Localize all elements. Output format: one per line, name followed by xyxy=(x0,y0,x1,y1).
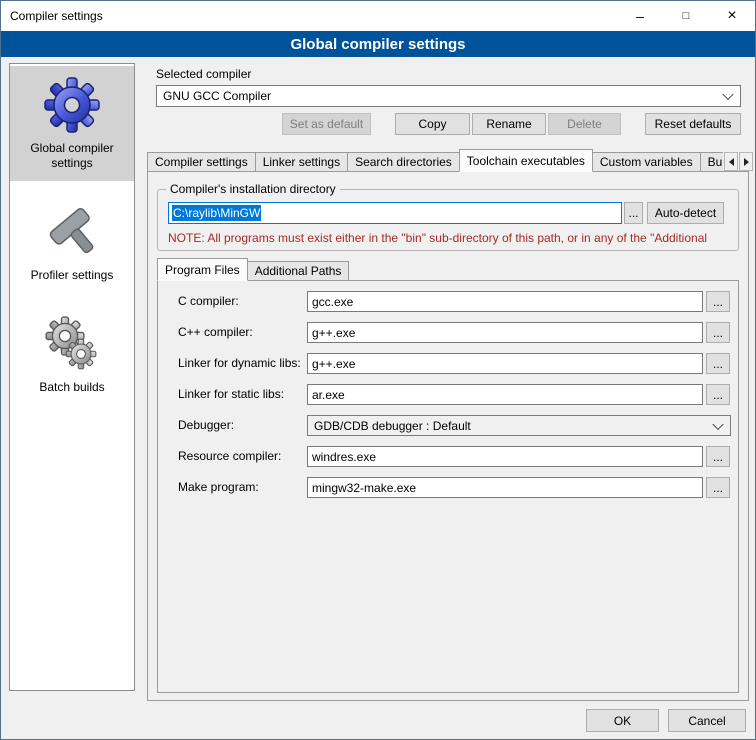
copy-button[interactable]: Copy xyxy=(395,113,470,135)
minimize-button[interactable]: – xyxy=(617,1,663,31)
static-linker-label: Linker for static libs: xyxy=(178,384,284,405)
selected-compiler-value: GNU GCC Compiler xyxy=(163,89,271,103)
selected-compiler-label: Selected compiler xyxy=(156,67,251,81)
subtab-additional-paths[interactable]: Additional Paths xyxy=(247,261,350,281)
static-linker-input[interactable] xyxy=(307,384,703,405)
tab-custom-variables[interactable]: Custom variables xyxy=(592,152,701,172)
dialog-header: Global compiler settings xyxy=(1,31,755,57)
maximize-icon: □ xyxy=(683,10,690,22)
bin-subdirectory-note: NOTE: All programs must exist either in … xyxy=(168,231,734,245)
tab-label: Search directories xyxy=(355,155,452,169)
resource-compiler-browse-button[interactable]: ... xyxy=(706,446,730,467)
close-icon: × xyxy=(727,7,736,25)
settings-tabbar: Compiler settings Linker settings Search… xyxy=(147,149,723,172)
cpp-compiler-input[interactable] xyxy=(307,322,703,343)
tab-toolchain-executables[interactable]: Toolchain executables xyxy=(459,149,593,172)
sidebar-item-batch-builds[interactable]: Batch builds xyxy=(10,305,134,405)
tab-label: Buil xyxy=(708,155,723,169)
ok-button[interactable]: OK xyxy=(586,709,659,732)
rename-button[interactable]: Rename xyxy=(472,113,546,135)
make-program-label: Make program: xyxy=(178,477,259,498)
install-dir-input[interactable]: C:\raylib\MinGW xyxy=(168,202,622,224)
batch-builds-gears-icon xyxy=(43,315,101,373)
c-compiler-label: C compiler: xyxy=(178,291,239,312)
dynamic-linker-label: Linker for dynamic libs: xyxy=(178,353,301,374)
field-row-make-program: Make program: ... xyxy=(158,477,738,498)
program-files-panel: C compiler: ... C++ compiler: ... Linker… xyxy=(157,280,739,693)
tab-compiler-settings[interactable]: Compiler settings xyxy=(147,152,256,172)
debugger-select[interactable]: GDB/CDB debugger : Default xyxy=(307,415,731,436)
cpp-compiler-label: C++ compiler: xyxy=(178,322,253,343)
sidebar-item-global-compiler-settings[interactable]: Global compiler settings xyxy=(10,66,134,181)
right-arrow-icon xyxy=(744,158,749,166)
compiler-settings-window: Compiler settings – □ × Global compiler … xyxy=(0,0,756,740)
left-arrow-icon xyxy=(729,158,734,166)
settings-category-sidebar: Global compiler settings Profiler settin… xyxy=(9,63,135,691)
sidebar-item-profiler-settings[interactable]: Profiler settings xyxy=(10,193,134,293)
field-row-debugger: Debugger: GDB/CDB debugger : Default xyxy=(158,415,738,436)
c-compiler-browse-button[interactable]: ... xyxy=(706,291,730,312)
minimize-icon: – xyxy=(636,11,644,21)
window-title: Compiler settings xyxy=(1,9,103,23)
tab-label: Program Files xyxy=(165,263,240,277)
window-controls: – □ × xyxy=(617,1,755,31)
sidebar-item-label: Profiler settings xyxy=(31,268,114,283)
tab-linker-settings[interactable]: Linker settings xyxy=(255,152,348,172)
reset-defaults-button[interactable]: Reset defaults xyxy=(645,113,741,135)
tab-scroll-controls xyxy=(724,152,753,171)
resource-compiler-label: Resource compiler: xyxy=(178,446,281,467)
dropdown-arrow-icon xyxy=(722,89,733,100)
make-program-browse-button[interactable]: ... xyxy=(706,477,730,498)
cancel-button[interactable]: Cancel xyxy=(668,709,746,732)
sidebar-item-label: Batch builds xyxy=(39,380,104,395)
field-row-c-compiler: C compiler: ... xyxy=(158,291,738,312)
tab-label: Toolchain executables xyxy=(467,154,585,168)
dialog-title: Global compiler settings xyxy=(290,36,465,53)
sidebar-item-label: Global compiler settings xyxy=(12,141,132,171)
tab-label: Additional Paths xyxy=(255,264,342,278)
field-row-dynamic-linker: Linker for dynamic libs: ... xyxy=(158,353,738,374)
install-dir-value: C:\raylib\MinGW xyxy=(172,205,261,221)
set-as-default-button: Set as default xyxy=(282,113,371,135)
field-row-resource-compiler: Resource compiler: ... xyxy=(158,446,738,467)
debugger-label: Debugger: xyxy=(178,415,234,436)
program-files-tabbar: Program Files Additional Paths xyxy=(157,258,457,281)
installation-directory-legend: Compiler's installation directory xyxy=(166,182,340,196)
make-program-input[interactable] xyxy=(307,477,703,498)
gear-icon xyxy=(43,76,101,134)
static-linker-browse-button[interactable]: ... xyxy=(706,384,730,405)
dynamic-linker-input[interactable] xyxy=(307,353,703,374)
field-row-static-linker: Linker for static libs: ... xyxy=(158,384,738,405)
c-compiler-input[interactable] xyxy=(307,291,703,312)
tab-label: Compiler settings xyxy=(155,155,248,169)
maximize-button[interactable]: □ xyxy=(663,1,709,31)
debugger-value: GDB/CDB debugger : Default xyxy=(314,419,471,433)
install-dir-browse-button[interactable]: ... xyxy=(624,202,643,224)
close-button[interactable]: × xyxy=(709,1,755,31)
delete-button: Delete xyxy=(548,113,621,135)
dropdown-arrow-icon xyxy=(712,418,723,429)
cpp-compiler-browse-button[interactable]: ... xyxy=(706,322,730,343)
profiler-hammer-icon xyxy=(43,203,101,261)
tab-label: Custom variables xyxy=(600,155,693,169)
titlebar: Compiler settings – □ × xyxy=(1,1,755,31)
tab-scroll-left-button[interactable] xyxy=(724,152,738,171)
resource-compiler-input[interactable] xyxy=(307,446,703,467)
tab-label: Linker settings xyxy=(263,155,340,169)
dynamic-linker-browse-button[interactable]: ... xyxy=(706,353,730,374)
selected-compiler-dropdown[interactable]: GNU GCC Compiler xyxy=(156,85,741,107)
auto-detect-button[interactable]: Auto-detect xyxy=(647,202,724,224)
tab-build-options[interactable]: Buil xyxy=(700,152,723,172)
subtab-program-files[interactable]: Program Files xyxy=(157,258,248,281)
tab-search-directories[interactable]: Search directories xyxy=(347,152,460,172)
field-row-cpp-compiler: C++ compiler: ... xyxy=(158,322,738,343)
tab-scroll-right-button[interactable] xyxy=(739,152,753,171)
installation-directory-groupbox: Compiler's installation directory C:\ray… xyxy=(157,189,739,251)
